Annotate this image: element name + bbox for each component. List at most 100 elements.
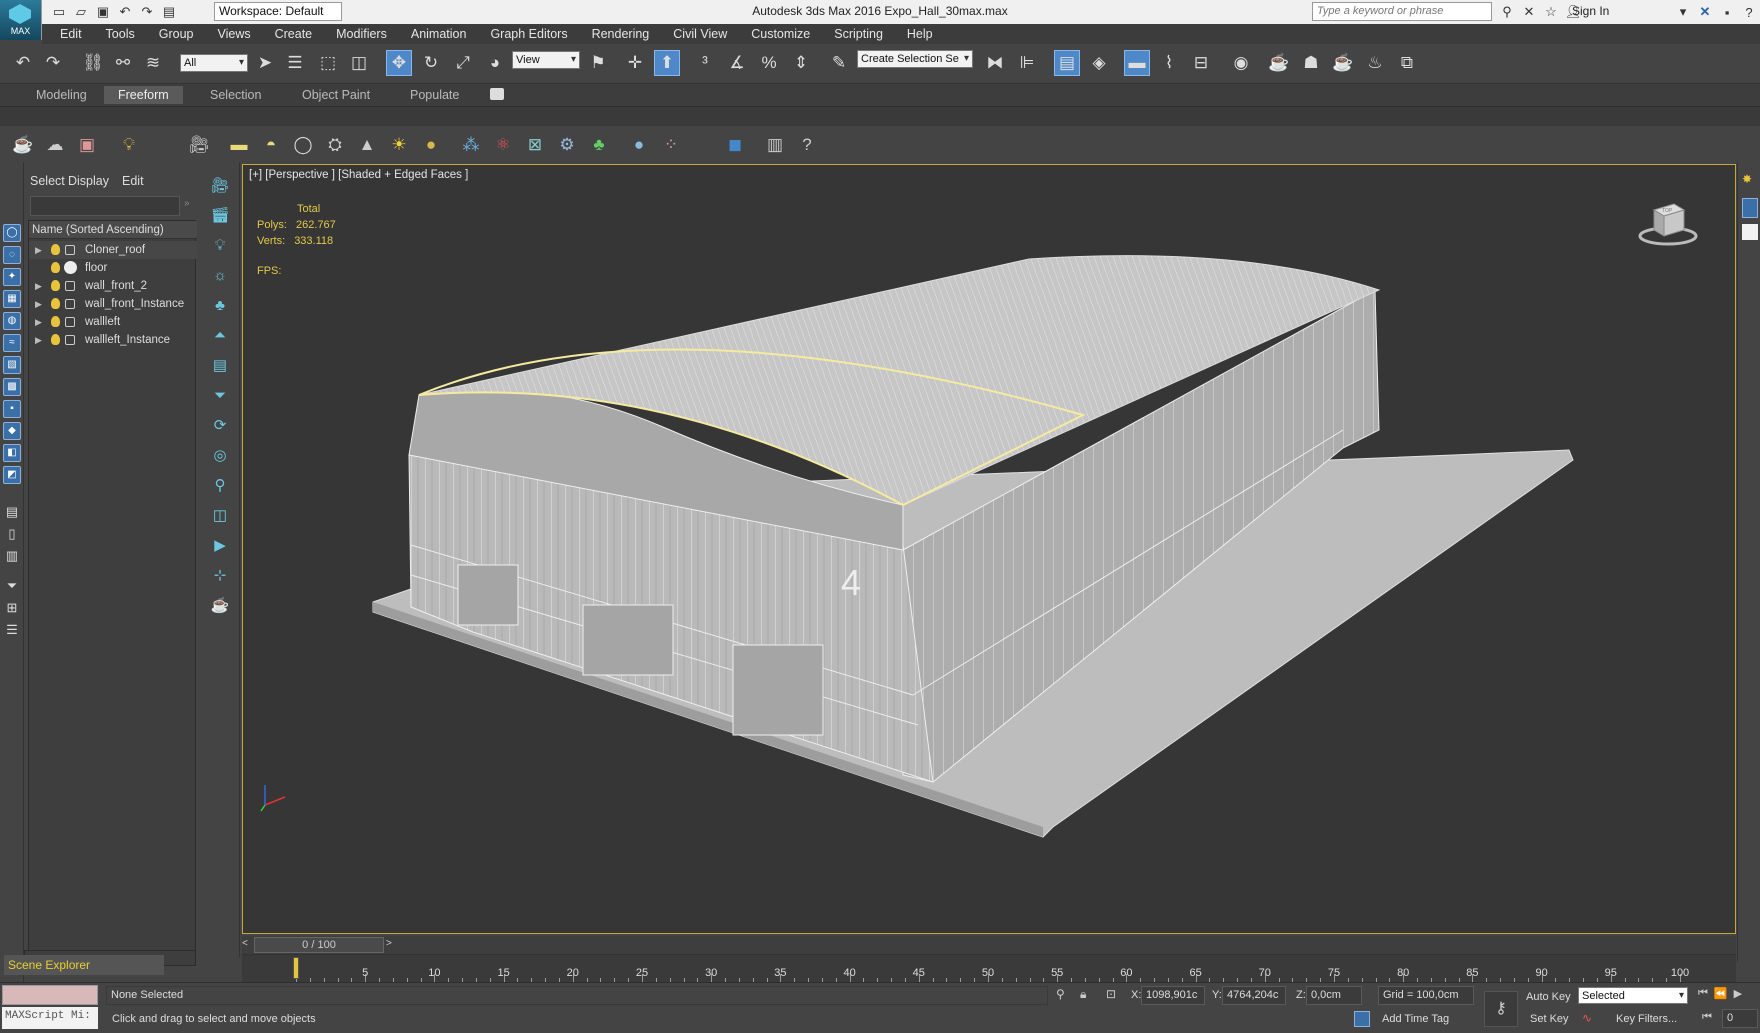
auto-key-button[interactable]: Auto Key	[1526, 991, 1571, 1003]
spinner-snap-icon[interactable]: ⇕	[788, 50, 814, 76]
search-input[interactable]: Type a keyword or phrase	[1312, 2, 1492, 21]
account-icon[interactable]: ▪	[1718, 3, 1736, 21]
menu-edit[interactable]: Edit	[48, 24, 94, 44]
menu-rendering[interactable]: Rendering	[580, 24, 662, 44]
new-file-icon[interactable]: ▭	[50, 3, 68, 21]
select-move-icon[interactable]: ✥	[386, 50, 412, 76]
tape-helper-icon[interactable]: ⊹	[209, 564, 231, 586]
help-icon[interactable]: ?	[1740, 3, 1758, 21]
set-key-icon[interactable]: ⚷	[1484, 991, 1518, 1027]
align-icon[interactable]: ⊫	[1014, 50, 1040, 76]
sun-icon[interactable]: ☀	[386, 132, 412, 158]
expand-arrow-icon[interactable]: ▶	[35, 241, 42, 259]
display-frozen-icon[interactable]: ◧	[3, 444, 21, 462]
key-filters-button[interactable]: Key Filters...	[1616, 1013, 1677, 1025]
light-bulb-icon[interactable]	[51, 298, 60, 309]
light-bulb-icon[interactable]	[51, 316, 60, 327]
render-in-cloud-icon[interactable]: ⧉	[1394, 50, 1420, 76]
snaps-toggle-icon[interactable]: ³	[692, 50, 718, 76]
display-invert-icon[interactable]: ▥	[3, 548, 21, 566]
list-item[interactable]: ▶ wall_front_Instance	[29, 295, 197, 313]
tree-foliage-icon[interactable]: ♣	[209, 294, 231, 316]
project-folder-icon[interactable]: ▤	[160, 3, 178, 21]
display-bones-icon[interactable]: ▪	[3, 400, 21, 418]
redo-icon[interactable]: ↷	[138, 3, 156, 21]
rotate-helper-icon[interactable]: ⟳	[209, 414, 231, 436]
gear-icon[interactable]: ⚙	[554, 132, 580, 158]
display-cameras-icon[interactable]: ▦	[3, 290, 21, 308]
render-production-icon[interactable]: ☕	[1330, 50, 1356, 76]
display-containers-icon[interactable]: ◆	[3, 422, 21, 440]
environment-icon[interactable]: ◎	[209, 444, 231, 466]
redo-icon[interactable]: ↷	[40, 50, 66, 76]
light-bulb-icon[interactable]	[51, 262, 60, 273]
omni-light-icon[interactable]: 💡︎	[209, 234, 231, 256]
render-iterative-icon[interactable]: ♨	[1362, 50, 1388, 76]
menu-graph-editors[interactable]: Graph Editors	[478, 24, 579, 44]
create-tab-icon[interactable]	[1742, 198, 1758, 218]
photometric-light-icon[interactable]: ⚲	[209, 474, 231, 496]
hierarchy-icon[interactable]: ⊞	[3, 600, 21, 618]
absolute-mode-icon[interactable]: ⊡	[1106, 987, 1116, 1001]
expand-arrow-icon[interactable]: ▶	[35, 277, 42, 295]
select-rotate-icon[interactable]: ↻	[418, 50, 444, 76]
render-setup-icon[interactable]: ☕	[1266, 50, 1292, 76]
molecule-icon[interactable]: ⚛	[490, 132, 516, 158]
skylight-icon[interactable]: ●	[418, 132, 444, 158]
schematic-view-icon[interactable]: ⊟	[1188, 50, 1214, 76]
display-groups-icon[interactable]: ▧	[3, 356, 21, 374]
render-icon[interactable]: ◼	[722, 132, 748, 158]
hemisphere-icon[interactable]: ◓	[258, 132, 284, 158]
object-name-field[interactable]	[1742, 224, 1758, 240]
panel-collapse-icon[interactable]: »	[184, 198, 190, 209]
filter-icon[interactable]: ⏷	[3, 578, 21, 596]
spotlight-target-icon[interactable]: ⏷	[209, 384, 231, 406]
scene-tab-select[interactable]: Select	[30, 174, 65, 188]
display-shapes-icon[interactable]: ◌	[3, 246, 21, 264]
geosphere-icon[interactable]: ⛭	[322, 132, 348, 158]
dropdown-arrow-icon[interactable]: ▾	[1674, 3, 1692, 21]
foliage-icon[interactable]: ♣	[586, 132, 612, 158]
curve-editor-icon[interactable]: ⌇	[1156, 50, 1182, 76]
column-header-name[interactable]: Name (Sorted Ascending)	[29, 221, 197, 239]
material-map-icon[interactable]: ⁘	[658, 132, 684, 158]
open-file-icon[interactable]: ▱	[72, 3, 90, 21]
current-frame-marker[interactable]	[293, 957, 299, 979]
time-tag-icon[interactable]	[1354, 1011, 1370, 1027]
key-tangent-icon[interactable]: ∿	[1582, 1011, 1592, 1025]
select-place-icon[interactable]: ◕	[482, 50, 508, 76]
display-hidden-icon[interactable]: ◩	[3, 466, 21, 484]
current-frame-field[interactable]: 0	[1722, 1009, 1758, 1028]
key-mode-dropdown[interactable]: Selected	[1578, 987, 1688, 1004]
help-circle-icon[interactable]: ?	[794, 132, 820, 158]
menu-animation[interactable]: Animation	[399, 24, 479, 44]
list-item[interactable]: ▶ Cloner_roof	[29, 241, 197, 259]
spotlight-icon[interactable]: ⏶	[209, 324, 231, 346]
spacewarp-icon[interactable]: ⊠	[522, 132, 548, 158]
display-geometry-icon[interactable]: ◯	[3, 224, 21, 242]
scene-tab-edit[interactable]: Edit	[122, 174, 144, 188]
key-mode-toggle-icon[interactable]: ⏮	[1702, 1011, 1712, 1024]
clipboard-icon[interactable]: ▥	[762, 132, 788, 158]
select-object-icon[interactable]: ➤	[252, 50, 278, 76]
camera-icon[interactable]: 🎥︎	[209, 174, 231, 196]
selection-filter-dropdown[interactable]: All	[180, 54, 248, 72]
sphere-icon[interactable]: ◯	[290, 132, 316, 158]
menu-help[interactable]: Help	[895, 24, 945, 44]
light-bulb-icon[interactable]	[51, 334, 60, 345]
link-icon[interactable]: ⛓	[80, 50, 106, 76]
select-scale-icon[interactable]: ⤢	[450, 50, 476, 76]
toggle-layer-explorer-icon[interactable]: ◈	[1086, 50, 1112, 76]
play-icon[interactable]: ▶	[1734, 987, 1742, 1000]
manipulate-icon[interactable]: ✛	[622, 50, 648, 76]
material-editor-icon[interactable]: ◉	[1228, 50, 1254, 76]
bind-spacewarp-icon[interactable]: ≋	[140, 50, 166, 76]
light-bulb-icon[interactable]	[51, 244, 60, 255]
camera-target-icon[interactable]: 🎬︎	[209, 204, 231, 226]
rect-selection-region-icon[interactable]: ⬚	[315, 50, 341, 76]
mirror-icon[interactable]: ⧓	[982, 50, 1008, 76]
lights-icon[interactable]: 💡︎	[116, 132, 142, 158]
render-frame-icon[interactable]: ▣	[74, 132, 100, 158]
tab-object-paint[interactable]: Object Paint	[288, 86, 384, 104]
time-slider[interactable]: < 0 / 100 >	[242, 936, 1736, 954]
